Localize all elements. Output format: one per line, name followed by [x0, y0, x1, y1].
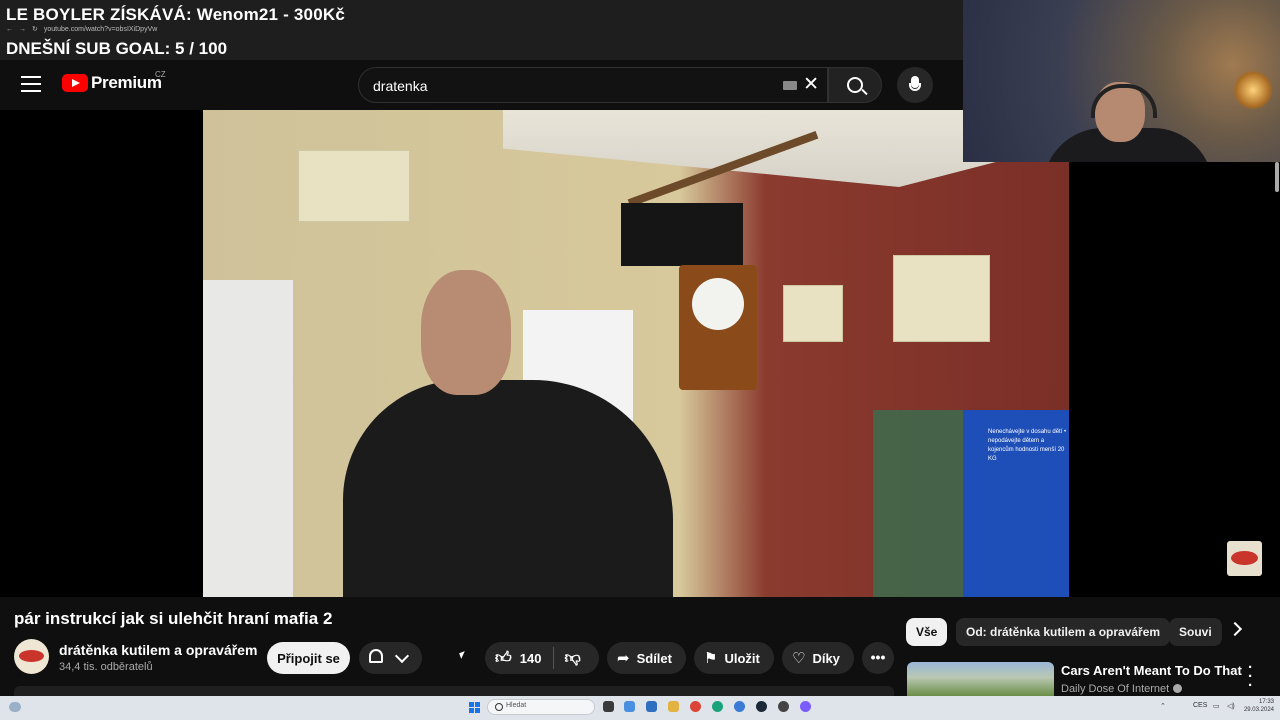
share-button[interactable]: ➦ Sdílet — [607, 642, 686, 674]
thumbs-down-icon[interactable]: 👎︎ — [564, 649, 580, 668]
webcam-overlay — [963, 0, 1280, 162]
search-button[interactable] — [828, 67, 882, 103]
video-title: pár instrukcí jak si ulehčit hraní mafia… — [14, 609, 333, 628]
like-count[interactable]: 140 — [520, 651, 542, 666]
video-drawing — [783, 285, 843, 342]
bookmark-icon: ⚑ — [704, 650, 718, 667]
filter-chips: Vše Od: drátěnka kutilem a opravářem Sou… — [906, 618, 1226, 646]
app-icon[interactable] — [646, 701, 657, 712]
video-tv — [621, 203, 743, 266]
chip-from-channel[interactable]: Od: drátěnka kutilem a opravářem — [956, 618, 1171, 646]
youtube-logo[interactable]: Premium CZ — [62, 70, 166, 93]
mouse-cursor — [459, 651, 467, 659]
donation-alert: LE BOYLER ZÍSKÁVÁ: Wenom21 - 300Kč — [6, 5, 345, 24]
taskbar-search-icon — [495, 703, 503, 711]
chrome-icon[interactable] — [690, 701, 701, 712]
thumbs-up-icon[interactable]: 👍︎ — [495, 649, 512, 668]
edge-icon[interactable] — [712, 701, 723, 712]
chevron-right-icon[interactable] — [1227, 621, 1243, 637]
taskbar-search-placeholder: Hledat — [506, 702, 527, 709]
recommendation-title[interactable]: Cars Aren't Meant To Do That — [1061, 663, 1242, 678]
like-dislike-group: 👍︎ 140 👎︎ — [485, 642, 599, 674]
network-icon[interactable]: ▭ — [1213, 702, 1220, 710]
search-icon — [847, 77, 863, 93]
taskbar-time: 17:33 — [1258, 699, 1274, 705]
subscribe-notifications-button[interactable] — [359, 642, 422, 674]
thanks-label: Díky — [812, 650, 840, 666]
recommendation-thumbnail[interactable] — [907, 662, 1054, 696]
description-box[interactable] — [14, 686, 894, 696]
brand-label: Premium — [91, 73, 162, 92]
video-bag-text: Nenechávejte v dosahu dětí • nepodávejte… — [988, 429, 1067, 462]
windows-start-icon[interactable] — [469, 702, 480, 713]
obs-icon[interactable] — [778, 701, 789, 712]
more-icon[interactable]: ••• — [862, 642, 894, 674]
thanks-button[interactable]: ♡ Díky — [782, 642, 854, 674]
youtube-logo-icon — [62, 74, 88, 92]
save-button[interactable]: ⚑ Uložit — [694, 642, 774, 674]
like-divider — [553, 647, 555, 669]
widgets-icon[interactable] — [624, 701, 635, 712]
browser-address-bar[interactable]: ← → ↻ youtube.com/watch?v=obsIXiDpyVw — [6, 25, 163, 33]
language-indicator[interactable]: CES — [1193, 702, 1207, 709]
share-label: Sdílet — [636, 650, 672, 666]
app-icon[interactable] — [734, 701, 745, 712]
avatar[interactable] — [14, 639, 49, 674]
recommendation-channel[interactable]: Daily Dose Of Internet — [1061, 683, 1183, 695]
tray-chevron-icon[interactable]: ⌃ — [1160, 702, 1166, 710]
video-player[interactable]: Nenechávejte v dosahu dětí • nepodávejte… — [203, 110, 1069, 597]
clear-icon[interactable]: ✕ — [803, 75, 819, 94]
browser-url-text: youtube.com/watch?v=obsIXiDpyVw — [43, 26, 158, 33]
save-label: Uložit — [724, 650, 760, 666]
channel-watermark-icon[interactable] — [1227, 541, 1262, 576]
video-drawing — [298, 150, 410, 222]
stream-overlay: LE BOYLER ZÍSKÁVÁ: Wenom21 - 300Kč ← → ↻ yo… — [0, 0, 963, 60]
video-person-body — [343, 380, 673, 597]
menu-icon[interactable] — [21, 76, 41, 92]
taskbar-date: 29.03.2024 — [1243, 707, 1274, 713]
youtube-header: Premium CZ dratenka ✕ — [0, 60, 963, 110]
video-chair — [873, 410, 963, 597]
taskbar-search-input[interactable]: Hledat — [487, 699, 595, 715]
join-button[interactable]: Připojit se — [267, 642, 350, 674]
browser-forward-icon[interactable]: → — [19, 26, 26, 33]
scrollbar[interactable] — [1275, 162, 1279, 192]
recommendation-menu-icon[interactable]: · · · — [1248, 660, 1253, 693]
file-explorer-icon[interactable] — [668, 701, 679, 712]
browser-reload-icon[interactable]: ↻ — [32, 26, 38, 33]
video-clock — [679, 265, 757, 390]
webcam-lamp — [1233, 70, 1273, 110]
channel-name[interactable]: drátěnka kutilem a opravářem — [59, 642, 257, 658]
voice-search-button[interactable] — [897, 67, 933, 103]
bell-icon — [369, 649, 383, 663]
recommendation-channel-name: Daily Dose Of Internet — [1061, 683, 1170, 695]
volume-icon[interactable]: ◁) — [1227, 702, 1235, 710]
share-icon: ➦ — [617, 650, 630, 667]
app-icon[interactable] — [800, 701, 811, 712]
video-person-head — [421, 270, 511, 395]
windows-taskbar: Hledat ⌃ CES ▭ ◁) 17:33 29.03.2024 — [0, 696, 1280, 720]
steam-icon[interactable] — [756, 701, 767, 712]
search-input[interactable]: dratenka ✕ — [358, 67, 828, 103]
weather-icon[interactable] — [9, 702, 21, 712]
search-query: dratenka — [373, 78, 428, 94]
subscriber-count: 34,4 tis. odběratelů — [59, 661, 153, 673]
taskbar-clock[interactable]: 17:33 29.03.2024 — [1242, 698, 1274, 714]
chip-all[interactable]: Vše — [906, 618, 948, 646]
keyboard-icon[interactable] — [783, 81, 797, 90]
chevron-down-icon — [394, 648, 410, 664]
video-drawing — [893, 255, 990, 342]
task-view-icon[interactable] — [603, 701, 614, 712]
verified-icon — [1173, 684, 1183, 693]
browser-back-icon[interactable]: ← — [6, 26, 13, 33]
sub-goal-text: DNEŠNÍ SUB GOAL: 5 / 100 — [6, 39, 228, 58]
region-label: CZ — [155, 70, 166, 79]
chip-related[interactable]: Souvi — [1169, 618, 1222, 646]
video-curtain — [203, 280, 293, 597]
thanks-icon: ♡ — [792, 650, 806, 667]
